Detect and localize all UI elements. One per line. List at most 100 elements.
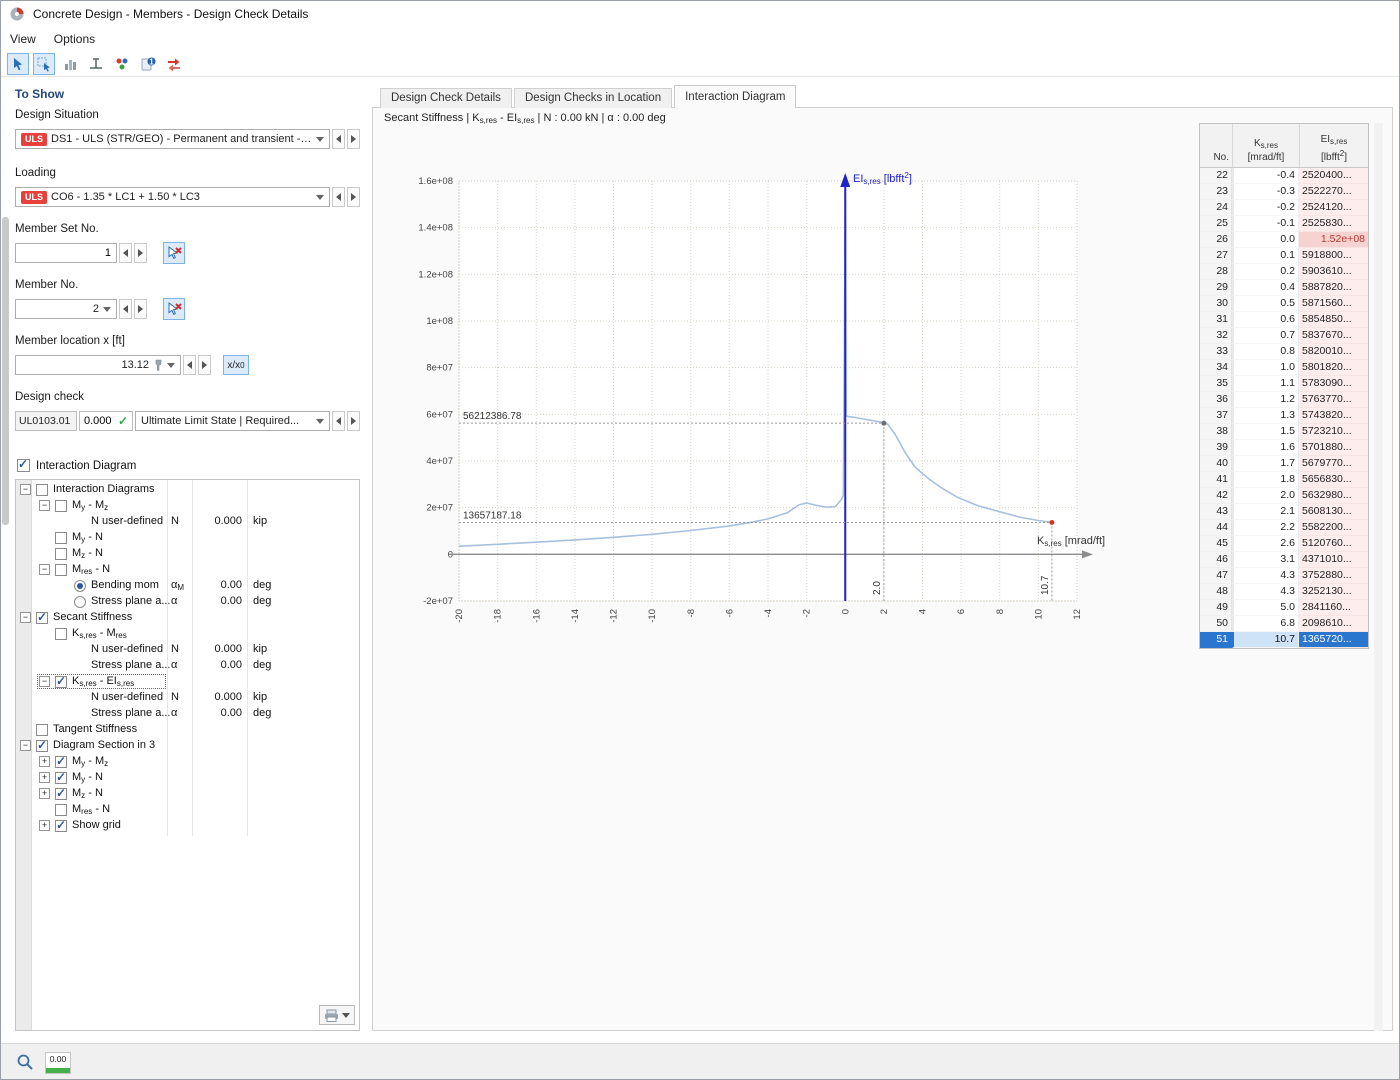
collapse-icon[interactable]: − bbox=[39, 676, 50, 687]
ei-cell[interactable]: 5783090... bbox=[1299, 376, 1368, 392]
tab-design-check-details[interactable]: Design Check Details bbox=[380, 88, 512, 108]
tree-value[interactable]: 0.000 bbox=[195, 515, 242, 527]
table-row[interactable]: 42 2.0 5632980... bbox=[1200, 488, 1368, 504]
table-row[interactable]: 28 0.2 5903610... bbox=[1200, 264, 1368, 280]
design-situation-select[interactable]: ULS DS1 - ULS (STR/GEO) - Permanent and … bbox=[15, 129, 330, 149]
ks-cell[interactable]: 1.3 bbox=[1232, 408, 1299, 424]
tree-row[interactable]: N user-defined N 0.000 kip bbox=[16, 642, 359, 658]
menu-view[interactable]: View bbox=[1, 29, 45, 49]
tree-row[interactable]: Tangent Stiffness bbox=[16, 722, 359, 738]
deselect-member-button[interactable] bbox=[163, 298, 185, 320]
table-row[interactable]: 50 6.8 2098610... bbox=[1200, 616, 1368, 632]
ks-cell[interactable]: 1.8 bbox=[1232, 472, 1299, 488]
table-row[interactable]: 40 1.7 5679770... bbox=[1200, 456, 1368, 472]
design-situation-prev-button[interactable] bbox=[332, 129, 345, 149]
ks-cell[interactable]: 2.6 bbox=[1232, 536, 1299, 552]
numbering-icon[interactable]: 1 bbox=[137, 53, 159, 75]
table-row[interactable]: 37 1.3 5743820... bbox=[1200, 408, 1368, 424]
ks-cell[interactable]: 5.0 bbox=[1232, 600, 1299, 616]
tree-checkbox[interactable] bbox=[55, 786, 67, 800]
ks-cell[interactable]: 10.7 bbox=[1232, 632, 1299, 648]
ks-cell[interactable]: 3.1 bbox=[1232, 552, 1299, 568]
tree-row[interactable]: + Show grid bbox=[16, 818, 359, 834]
tree-radio[interactable] bbox=[74, 596, 86, 608]
ei-cell[interactable]: 5743820... bbox=[1299, 408, 1368, 424]
ei-cell[interactable]: 5582200... bbox=[1299, 520, 1368, 536]
tree-row[interactable]: N user-defined N 0.000 kip bbox=[16, 514, 359, 530]
tree-row[interactable]: − Diagram Section in 3 bbox=[16, 738, 359, 754]
ks-cell[interactable]: 0.5 bbox=[1232, 296, 1299, 312]
ei-cell[interactable]: 5871560... bbox=[1299, 296, 1368, 312]
member-location-next-button[interactable] bbox=[198, 355, 211, 375]
tree-row[interactable]: Mz - N bbox=[16, 546, 359, 562]
tree-row[interactable]: − Secant Stiffness bbox=[16, 610, 359, 626]
dimension-icon[interactable] bbox=[85, 53, 107, 75]
tab-design-checks-in-location[interactable]: Design Checks in Location bbox=[513, 88, 673, 108]
table-row[interactable]: 36 1.2 5763770... bbox=[1200, 392, 1368, 408]
table-row[interactable]: 47 4.3 3752880... bbox=[1200, 568, 1368, 584]
tree-row[interactable]: − My - Mz bbox=[16, 498, 359, 514]
tree-row[interactable]: N user-defined N 0.000 kip bbox=[16, 690, 359, 706]
reset-red-icon[interactable] bbox=[163, 53, 185, 75]
loading-select[interactable]: ULS CO6 - 1.35 * LC1 + 1.50 * LC3 bbox=[15, 187, 330, 207]
table-row[interactable]: 22 -0.4 2520400... bbox=[1200, 168, 1368, 184]
table-row[interactable]: 51 10.7 1365720... bbox=[1200, 632, 1368, 648]
ei-cell[interactable]: 2520400... bbox=[1299, 168, 1368, 184]
tree-row[interactable]: − Ks,res - EIs,res bbox=[16, 674, 359, 690]
pick-window-icon[interactable] bbox=[33, 52, 55, 75]
ks-cell[interactable]: 1.6 bbox=[1232, 440, 1299, 456]
ei-cell[interactable]: 5763770... bbox=[1299, 392, 1368, 408]
ks-cell[interactable]: 4.3 bbox=[1232, 568, 1299, 584]
table-row[interactable]: 33 0.8 5820010... bbox=[1200, 344, 1368, 360]
ei-cell[interactable]: 5887820... bbox=[1299, 280, 1368, 296]
table-row[interactable]: 27 0.1 5918800... bbox=[1200, 248, 1368, 264]
tree-checkbox[interactable] bbox=[55, 500, 67, 512]
ei-cell[interactable]: 5632980... bbox=[1299, 488, 1368, 504]
table-row[interactable]: 23 -0.3 2522270... bbox=[1200, 184, 1368, 200]
x-relative-toggle[interactable]: x/x 0 bbox=[223, 355, 249, 375]
tree-row[interactable]: Mres - N bbox=[16, 802, 359, 818]
ei-cell[interactable]: 5837670... bbox=[1299, 328, 1368, 344]
member-no-prev-button[interactable] bbox=[119, 299, 132, 319]
ei-cell[interactable]: 5656830... bbox=[1299, 472, 1368, 488]
tree-value[interactable]: 0.000 bbox=[195, 691, 242, 703]
ei-cell[interactable]: 1365720... bbox=[1299, 632, 1368, 648]
expand-icon[interactable]: + bbox=[39, 756, 50, 767]
table-row[interactable]: 31 0.6 5854850... bbox=[1200, 312, 1368, 328]
tree-row[interactable]: Ks,res - Mres bbox=[16, 626, 359, 642]
tree-radio[interactable] bbox=[74, 580, 86, 592]
table-scrollbar[interactable] bbox=[1374, 123, 1383, 1031]
ks-cell[interactable]: 1.5 bbox=[1232, 424, 1299, 440]
pointer-icon[interactable] bbox=[7, 52, 29, 75]
table-row[interactable]: 35 1.1 5783090... bbox=[1200, 376, 1368, 392]
tree-row[interactable]: + My - N bbox=[16, 770, 359, 786]
tree-checkbox[interactable] bbox=[55, 818, 67, 832]
ei-cell[interactable]: 1.52e+08 bbox=[1299, 232, 1368, 248]
tree-row[interactable]: Stress plane a... α 0.00 deg bbox=[16, 658, 359, 674]
tree-row[interactable]: + My - Mz bbox=[16, 754, 359, 770]
tree-checkbox[interactable] bbox=[36, 484, 48, 496]
ei-cell[interactable]: 5608130... bbox=[1299, 504, 1368, 520]
tree-row[interactable]: + Mz - N bbox=[16, 786, 359, 802]
expand-icon[interactable]: + bbox=[39, 820, 50, 831]
tree-value[interactable]: 0.00 bbox=[195, 579, 242, 591]
ks-cell[interactable]: 1.0 bbox=[1232, 360, 1299, 376]
table-row[interactable]: 41 1.8 5656830... bbox=[1200, 472, 1368, 488]
design-check-select[interactable]: Ultimate Limit State | Required... bbox=[135, 411, 330, 431]
table-row[interactable]: 45 2.6 5120760... bbox=[1200, 536, 1368, 552]
member-no-next-button[interactable] bbox=[134, 299, 147, 319]
tree-row[interactable]: My - N bbox=[16, 530, 359, 546]
tree-checkbox[interactable] bbox=[55, 532, 67, 544]
ks-cell[interactable]: -0.1 bbox=[1232, 216, 1299, 232]
member-no-select[interactable]: 2 bbox=[15, 299, 117, 319]
table-row[interactable]: 44 2.2 5582200... bbox=[1200, 520, 1368, 536]
expand-icon[interactable]: + bbox=[39, 788, 50, 799]
tree-row[interactable]: Stress plane a... α 0.00 deg bbox=[16, 706, 359, 722]
ks-cell[interactable]: 1.1 bbox=[1232, 376, 1299, 392]
tree-checkbox[interactable] bbox=[36, 738, 48, 752]
tree-row[interactable]: Bending mom αM 0.00 deg bbox=[16, 578, 359, 594]
member-set-input[interactable] bbox=[15, 243, 117, 263]
ei-cell[interactable]: 2841160... bbox=[1299, 600, 1368, 616]
table-row[interactable]: 24 -0.2 2524120... bbox=[1200, 200, 1368, 216]
table-row[interactable]: 26 0.0 1.52e+08 bbox=[1200, 232, 1368, 248]
